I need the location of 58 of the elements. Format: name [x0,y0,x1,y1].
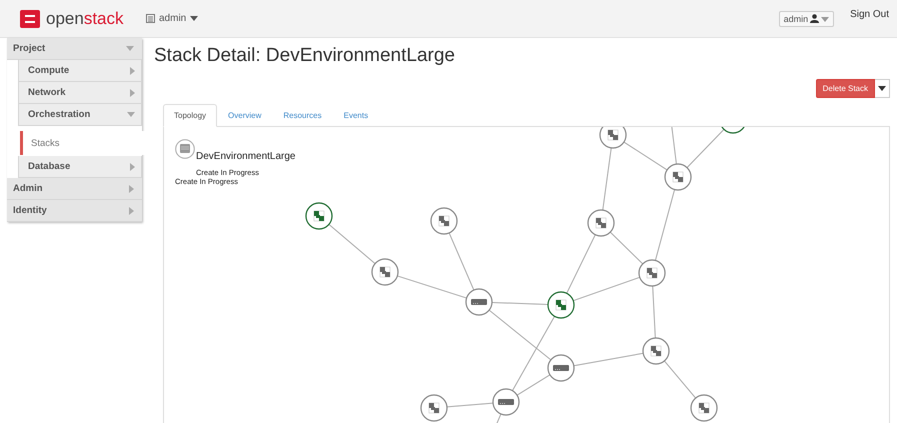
server-node[interactable] [587,209,615,237]
tab[interactable]: Events [332,104,380,127]
server-node[interactable] [305,202,333,230]
server-node[interactable] [664,163,692,191]
router-node[interactable] [465,288,493,316]
tab[interactable]: Topology [163,104,218,127]
link-line [610,232,644,264]
sidebar-item[interactable]: Project [7,38,142,60]
caret-down-icon [126,46,134,51]
user-menu[interactable]: admin [778,10,834,26]
caret-right-icon [130,88,135,96]
link-line [664,360,696,399]
stack-name: DevEnvironmentLarge [196,151,296,162]
caret-down-icon [878,86,886,91]
dropdown-button[interactable] [875,79,890,98]
page-title: Stack Detail: DevEnvironmentLarge [154,45,456,67]
sidebar-item[interactable]: Database [18,156,142,178]
server-node[interactable] [642,337,670,365]
server-node[interactable] [547,291,575,319]
server-node[interactable] [690,394,718,422]
caret-down-icon [190,16,198,21]
caret-right-icon [129,184,134,192]
logo-icon [20,10,40,28]
caret-down-icon [127,112,135,117]
sidebar-item[interactable]: Admin [7,178,142,200]
caret-right-icon [130,162,135,170]
link-line [573,352,644,366]
caret-right-icon [130,66,135,74]
server-node[interactable] [430,207,458,235]
link-line [686,128,724,168]
delete-stack-button[interactable]: Delete Stack [816,79,875,98]
sidebar-item[interactable]: Compute [18,60,142,82]
server-node[interactable] [638,259,666,287]
tab[interactable]: Overview [217,104,272,127]
link-line [652,285,656,339]
sign-out-link[interactable]: Sign Out [850,9,889,20]
server-node[interactable] [599,127,627,149]
router-node[interactable] [492,388,520,416]
link-line [654,189,676,261]
server-node[interactable] [420,394,448,422]
server-node[interactable] [371,258,399,286]
list-icon [146,14,155,23]
logo-text: openstack [46,8,124,28]
link-line [602,147,612,211]
link-line [328,224,376,264]
sidebar-item[interactable]: Orchestration [18,104,142,126]
caret-right-icon [129,206,134,214]
caret-down-icon [821,16,830,22]
server-node[interactable] [719,127,747,134]
stack-icon [175,139,195,159]
link-line [446,402,494,408]
link-line [492,302,548,306]
sidebar-item[interactable]: Identity [7,200,142,222]
project-menu[interactable]: admin [146,13,198,24]
tab[interactable]: Resources [272,104,333,127]
sidebar-item[interactable]: Network [18,82,142,104]
router-node[interactable] [547,354,575,382]
user-icon [810,14,820,23]
